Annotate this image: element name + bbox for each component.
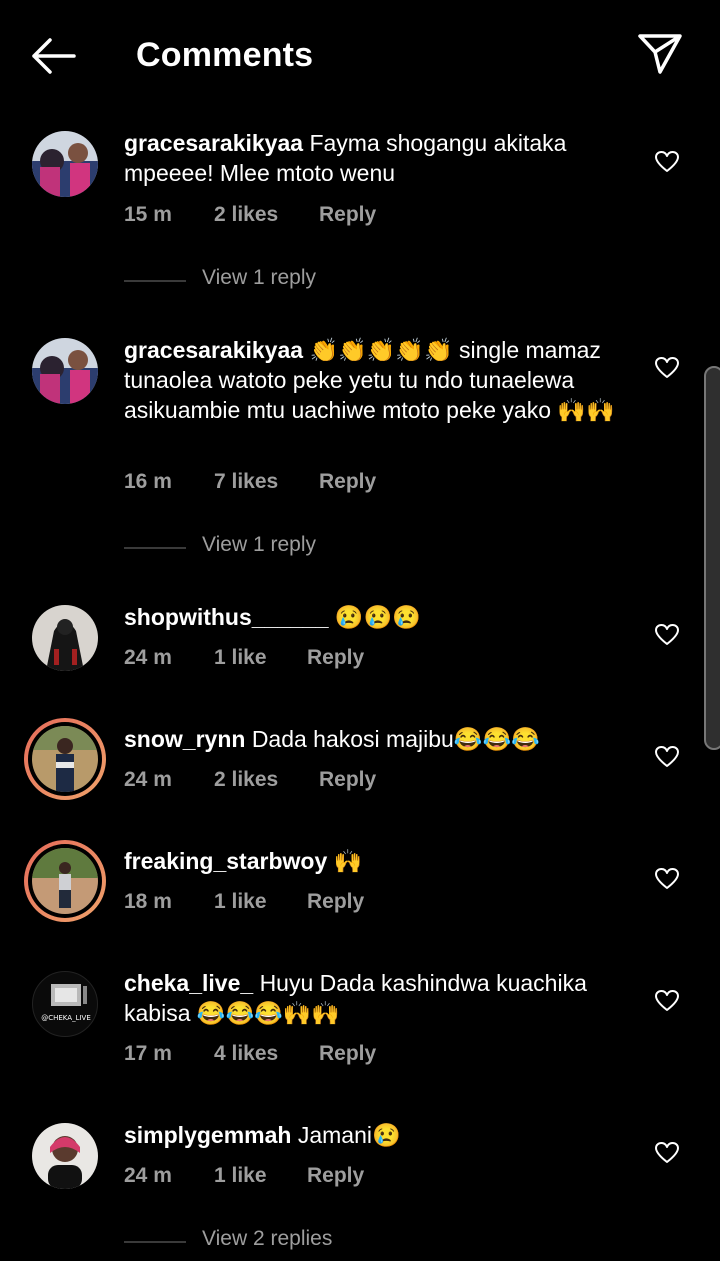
comment-likes[interactable]: 1 like — [214, 646, 307, 670]
comment-username[interactable]: shopwithus______ — [124, 604, 329, 630]
avatar[interactable] — [32, 338, 98, 404]
avatar — [32, 726, 98, 792]
reply-button[interactable]: Reply — [319, 1042, 376, 1066]
replies-divider — [124, 280, 186, 282]
comment-text: 🙌 — [333, 848, 363, 874]
avatar — [32, 848, 98, 914]
like-button[interactable] — [654, 623, 680, 647]
comment-time: 24 m — [124, 1164, 172, 1187]
like-button[interactable] — [654, 356, 680, 380]
reply-button[interactable]: Reply — [319, 768, 376, 792]
heart-icon — [655, 151, 679, 172]
like-button[interactable] — [654, 1141, 680, 1165]
avatar-logo-text: @CHEKA_LIVE — [41, 1014, 91, 1022]
arrow-left-icon — [32, 38, 76, 74]
comment-time: 16 m — [124, 470, 172, 493]
comment-text: Dada hakosi majibu😂😂😂 — [251, 726, 540, 752]
comment-text: Jamani😢 — [297, 1122, 401, 1148]
comment-time: 18 m — [124, 890, 172, 913]
comment-likes[interactable]: 1 like — [214, 890, 307, 914]
reply-button[interactable]: Reply — [307, 890, 364, 914]
heart-icon — [655, 868, 679, 889]
comment-username[interactable]: gracesarakikyaa — [124, 337, 303, 363]
scrollbar[interactable] — [704, 366, 720, 750]
like-button[interactable] — [654, 745, 680, 769]
like-button[interactable] — [654, 867, 680, 891]
comment-text: 😢😢😢 — [334, 604, 421, 630]
view-replies-label: View 2 replies — [202, 1227, 333, 1250]
comment-username[interactable]: gracesarakikyaa — [124, 130, 303, 156]
view-replies-label: View 1 reply — [202, 266, 317, 289]
heart-icon — [655, 990, 679, 1011]
comment-time: 24 m — [124, 768, 172, 791]
comment-likes[interactable]: 2 likes — [214, 203, 319, 227]
view-replies-label: View 1 reply — [202, 533, 317, 556]
comment-time: 15 m — [124, 203, 172, 226]
comment-time: 17 m — [124, 1042, 172, 1065]
comment-likes[interactable]: 2 likes — [214, 768, 319, 792]
page-title: Comments — [136, 36, 314, 74]
comment-username[interactable]: cheka_live_ — [124, 970, 253, 996]
reply-button[interactable]: Reply — [307, 646, 364, 670]
comment-likes[interactable]: 1 like — [214, 1164, 307, 1188]
back-button[interactable] — [26, 34, 78, 78]
heart-icon — [655, 1142, 679, 1163]
avatar[interactable]: @CHEKA_LIVE — [32, 971, 98, 1037]
replies-divider — [124, 547, 186, 549]
comment-username[interactable]: snow_rynn — [124, 726, 245, 752]
like-button[interactable] — [654, 150, 680, 174]
comment-likes[interactable]: 7 likes — [214, 470, 319, 494]
heart-icon — [655, 624, 679, 645]
like-button[interactable] — [654, 989, 680, 1013]
reply-button[interactable]: Reply — [319, 470, 376, 494]
top-bar: Comments — [0, 0, 720, 112]
heart-icon — [655, 746, 679, 767]
avatar[interactable] — [32, 605, 98, 671]
replies-divider — [124, 1241, 186, 1243]
heart-icon — [655, 357, 679, 378]
comment-time: 24 m — [124, 646, 172, 669]
comment-username[interactable]: simplygemmah — [124, 1122, 291, 1148]
avatar-story-ring[interactable] — [24, 840, 106, 922]
avatar[interactable] — [32, 1123, 98, 1189]
avatar-story-ring[interactable] — [24, 718, 106, 800]
avatar[interactable] — [32, 131, 98, 197]
reply-button[interactable]: Reply — [319, 203, 376, 227]
share-button[interactable] — [634, 30, 686, 78]
paper-plane-icon — [638, 34, 682, 74]
comment-likes[interactable]: 4 likes — [214, 1042, 319, 1066]
comment-username[interactable]: freaking_starbwoy — [124, 848, 327, 874]
reply-button[interactable]: Reply — [307, 1164, 364, 1188]
